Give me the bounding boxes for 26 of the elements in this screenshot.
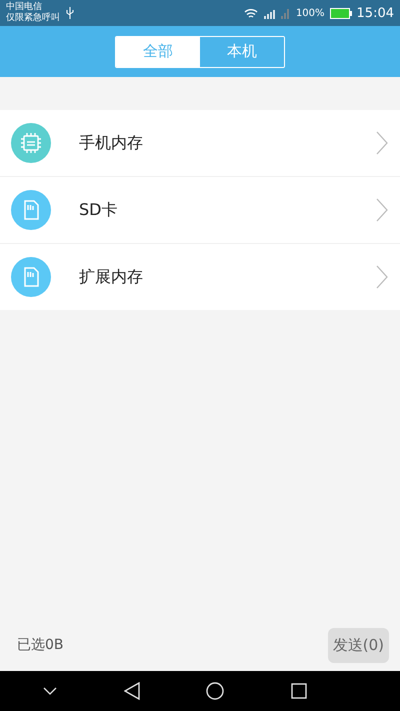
signal-icon: [262, 7, 291, 19]
chip-icon: [11, 123, 51, 163]
usb-icon: [66, 7, 74, 19]
sd-card-icon: [11, 257, 51, 297]
send-button[interactable]: 发送(0): [328, 628, 389, 662]
storage-label: SD卡: [79, 200, 118, 220]
chevron-right-icon: [376, 131, 388, 155]
wifi-icon: [244, 8, 258, 18]
storage-row[interactable]: SD卡: [0, 177, 400, 244]
storage-row[interactable]: 扩展内存: [0, 244, 400, 310]
recents-icon[interactable]: [290, 683, 307, 699]
storage-label: 手机内存: [79, 132, 144, 154]
selected-size: 已选0B: [17, 636, 64, 654]
chevron-down-icon[interactable]: [43, 687, 58, 695]
sd-card-icon: [11, 190, 51, 230]
battery-percent: 100%: [296, 8, 325, 18]
storage-label: 扩展内存: [79, 266, 144, 288]
chevron-right-icon: [376, 265, 388, 289]
carrier-text: 中国电信: [6, 2, 43, 12]
battery-icon: [330, 8, 352, 18]
back-icon[interactable]: [124, 682, 140, 700]
carrier-note: 仅限紧急呼叫: [6, 13, 60, 24]
home-icon[interactable]: [206, 682, 224, 700]
clock: 15:04: [356, 6, 394, 20]
chevron-right-icon: [376, 198, 388, 222]
storage-row[interactable]: 手机内存: [0, 110, 400, 177]
